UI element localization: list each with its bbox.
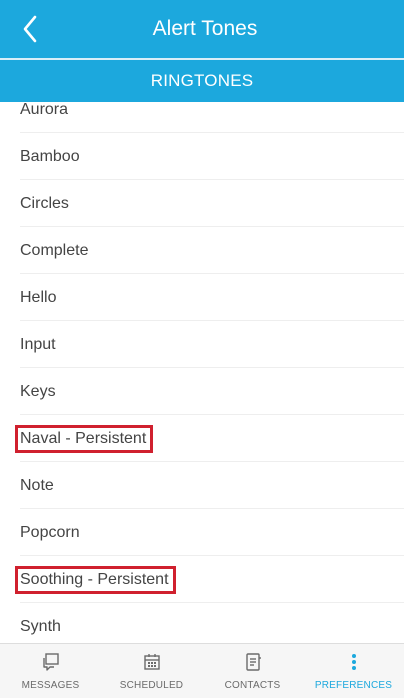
ringtone-item-aurora[interactable]: Aurora: [0, 102, 404, 133]
ringtone-item-hello[interactable]: Hello: [0, 274, 404, 321]
tab-label: PREFERENCES: [314, 680, 393, 691]
tab-contacts[interactable]: CONTACTS: [202, 644, 303, 698]
messages-icon: [42, 653, 59, 671]
ringtone-label-highlighted: Naval - Persistent: [15, 424, 154, 453]
ringtone-item-synth[interactable]: Synth: [0, 603, 404, 642]
ringtone-label-highlighted: Soothing - Persistent: [15, 565, 176, 594]
preferences-icon: [351, 654, 356, 670]
ringtone-label: Aurora: [20, 102, 69, 118]
tab-label: MESSAGES: [21, 680, 80, 691]
tab-messages[interactable]: MESSAGES: [0, 644, 101, 698]
tab-label: SCHEDULED: [119, 680, 184, 691]
ringtone-label: Complete: [20, 241, 89, 259]
ringtone-label: Note: [20, 476, 54, 494]
alert-tones-screen: Alert Tones RINGTONES Aurora Bamboo Circ…: [0, 0, 404, 698]
tab-label: CONTACTS: [224, 680, 281, 691]
ringtone-label: Keys: [20, 382, 56, 400]
page-title: Alert Tones: [152, 17, 258, 40]
bottom-tab-bar: MESSAGES SCHEDULED CONTACTS PREFERENCES: [0, 643, 404, 698]
tab-preferences[interactable]: PREFERENCES: [303, 644, 404, 698]
ringtone-item-input[interactable]: Input: [0, 321, 404, 368]
contacts-icon: [245, 653, 261, 671]
chevron-left-icon: [23, 15, 37, 43]
ringtone-label: Synth: [20, 617, 61, 635]
ringtone-label: Circles: [20, 194, 69, 212]
ringtone-item-keys[interactable]: Keys: [0, 368, 404, 415]
ringtone-label: Hello: [20, 288, 57, 306]
ringtone-list[interactable]: Aurora Bamboo Circles Complete Hello Inp…: [0, 102, 404, 642]
back-button[interactable]: [10, 8, 50, 50]
ringtone-label: Input: [20, 335, 56, 353]
section-tab-ringtones[interactable]: RINGTONES: [0, 60, 404, 102]
ringtone-item-circles[interactable]: Circles: [0, 180, 404, 227]
calendar-icon: [143, 654, 160, 670]
ringtone-item-note[interactable]: Note: [0, 462, 404, 509]
ringtone-item-bamboo[interactable]: Bamboo: [0, 133, 404, 180]
ringtone-item-popcorn[interactable]: Popcorn: [0, 509, 404, 556]
tab-scheduled[interactable]: SCHEDULED: [101, 644, 202, 698]
ringtone-item-complete[interactable]: Complete: [0, 227, 404, 274]
ringtone-label: Bamboo: [20, 147, 80, 165]
ringtone-item-naval-persistent[interactable]: Naval - Persistent: [0, 415, 404, 462]
navigation-bar: Alert Tones: [0, 0, 404, 58]
ringtone-label: Popcorn: [20, 523, 80, 541]
ringtone-item-soothing-persistent[interactable]: Soothing - Persistent: [0, 556, 404, 603]
